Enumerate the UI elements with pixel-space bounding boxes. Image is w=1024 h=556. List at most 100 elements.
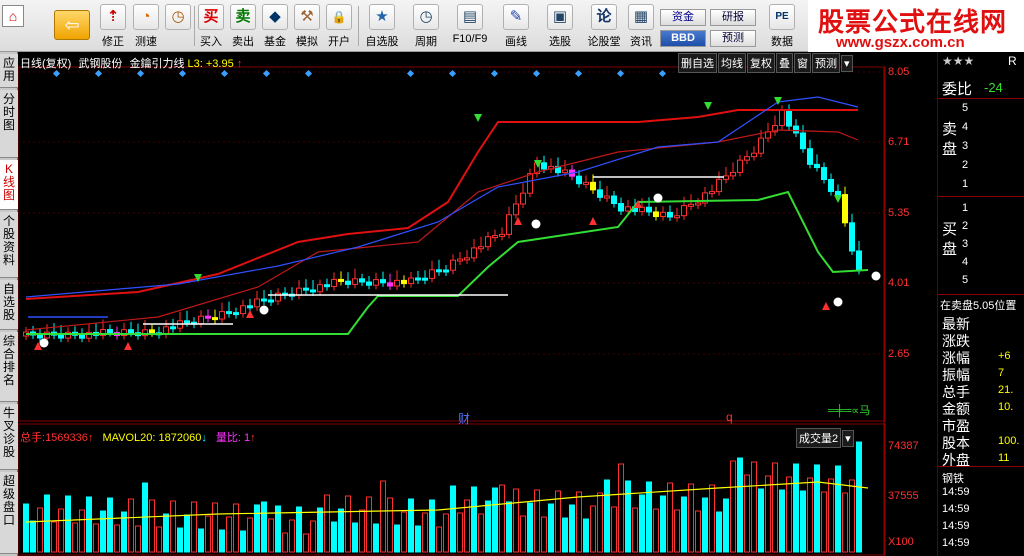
kline-chart[interactable]: 日线(复权) 武钢股份 金鑰引力线 L3: +3.95 ↑ 删自选 均线 复权叠窗预…	[18, 52, 886, 556]
tab-window[interactable]: 窗	[794, 53, 811, 73]
volume-bar	[814, 464, 820, 553]
tab-forecast[interactable]: 预测	[812, 53, 840, 73]
tab-profile[interactable]: 个股资料	[0, 212, 18, 278]
weibi-value: -24	[984, 80, 1003, 95]
sell-side-label: 卖盘	[942, 121, 958, 158]
finance-event-label[interactable]: 财	[458, 410, 470, 427]
volume-bar	[835, 465, 841, 553]
view-tabs: 应用分时图 K线图个股资料自选股综合排名牛叉诊股超级盘口	[0, 52, 18, 556]
signal-diamond	[616, 69, 625, 78]
tab-diagnosis[interactable]: 牛叉诊股	[0, 404, 18, 470]
draw-line-button[interactable]: ✎ 画线	[496, 4, 536, 50]
speedtest-button[interactable]: ◔ 测速	[130, 4, 162, 50]
open-account-label: 开户	[328, 36, 350, 48]
back-button[interactable]: ⇦	[54, 10, 90, 40]
volume-bar	[562, 517, 568, 553]
candle-body	[401, 279, 407, 285]
chevron-down-icon[interactable]: ▾	[842, 430, 854, 447]
speedtest-label: 测速	[135, 36, 157, 48]
volume-bar	[30, 520, 36, 553]
tab-ma[interactable]: 均线	[718, 53, 746, 73]
home-icon[interactable]: ⌂	[2, 5, 24, 27]
volume-bar	[219, 529, 225, 553]
candle-body	[597, 189, 603, 198]
volume-bar	[786, 476, 792, 553]
signal-diamond	[574, 69, 583, 78]
volume-bar	[492, 487, 498, 553]
sell-level-2: 2	[962, 159, 969, 171]
volume-bar	[380, 480, 386, 553]
simulate-button[interactable]: ⚒ 模拟	[292, 4, 322, 50]
candle-body	[541, 162, 547, 170]
volume-ratio-label: 量比:	[215, 432, 241, 444]
fix-button[interactable]: ⇡ 修正	[96, 4, 130, 50]
fund-button[interactable]: ◆ 基金	[260, 4, 290, 50]
candle-body	[387, 282, 393, 287]
stock-picker-button[interactable]: ▣ 选股	[540, 4, 580, 50]
forecast-button[interactable]: 预测	[710, 30, 756, 47]
industry-label[interactable]: 钢铁	[942, 470, 964, 486]
volume-bar	[604, 479, 610, 553]
candle-body	[450, 259, 456, 271]
volume-bar	[590, 505, 596, 553]
candle-body	[660, 211, 666, 218]
data-label: 数据	[771, 36, 793, 48]
tab-depth[interactable]: 超级盘口	[0, 472, 18, 554]
volume-axis-label: 74387	[888, 440, 919, 452]
tab-adjust[interactable]: 复权	[747, 53, 775, 73]
signal-circle	[871, 271, 881, 281]
tab-apps[interactable]: 应用	[0, 54, 18, 88]
volume-bar	[779, 489, 785, 553]
divider	[938, 196, 1024, 197]
bbd-button[interactable]: BBD	[660, 30, 706, 47]
quote-panel: ★★★ R 委比 -24 卖盘 5 4 3 2 1 买盘 1 2 3 4 5 在卖盘5.05位置…	[937, 52, 1024, 556]
volume-bar	[156, 526, 162, 553]
open-account-button[interactable]: 🔒 开户	[324, 4, 354, 50]
period-button[interactable]: ◷ 周期	[406, 4, 446, 50]
buy-icon: 买	[198, 4, 224, 30]
clock-button[interactable]: ◷	[162, 4, 194, 50]
candle-body	[576, 175, 582, 185]
f10-button[interactable]: ▤ F10/F9	[448, 4, 492, 50]
candle-body	[457, 258, 463, 262]
volume-tab-label[interactable]: 成交量2	[796, 428, 842, 448]
candle-body	[716, 178, 722, 193]
candle-body	[268, 299, 274, 303]
event-q-label[interactable]: q	[726, 410, 733, 424]
tab-overlay[interactable]: 叠	[776, 53, 793, 73]
volume-tab[interactable]: 成交量2 ▾	[796, 428, 855, 448]
forum-button[interactable]: 论 论股堂	[584, 4, 624, 50]
candle-body	[219, 311, 225, 320]
tab-remove-watchlist[interactable]: 删自选	[678, 53, 717, 73]
volume-bar	[709, 484, 715, 553]
watchlist-button[interactable]: ★ 自选股	[362, 4, 402, 50]
capital-button[interactable]: 资金	[660, 9, 706, 26]
tab-intraday[interactable]: 分时图	[0, 90, 18, 158]
news-button[interactable]: ▦ 资讯	[624, 4, 658, 50]
buy-button[interactable]: 买 买入	[196, 4, 226, 50]
chevron-down-icon[interactable]: ▾	[841, 55, 853, 72]
tab-ranking[interactable]: 综合排名	[0, 332, 18, 402]
tab-kline[interactable]: K线图	[0, 160, 18, 210]
simulate-label: 模拟	[296, 36, 318, 48]
signal-diamond	[136, 69, 145, 78]
tab-watchlist[interactable]: 自选股	[0, 280, 18, 330]
volume-bar	[513, 488, 519, 553]
candle-body	[226, 311, 232, 315]
signal-diamond	[304, 69, 313, 78]
volume-bar	[149, 499, 155, 553]
volume-bar	[429, 499, 435, 553]
divider	[938, 466, 1024, 467]
volume-bar	[240, 530, 246, 553]
volume-bar	[478, 513, 484, 553]
main-toolbar: ⌂ ⇦ ⇡ 修正 ◔ 测速 ◷ 买 买入 卖 卖出 ◆ 基金 ⚒ 模拟 🔒 开户…	[0, 0, 1024, 52]
sell-button[interactable]: 卖 卖出	[228, 4, 258, 50]
data-button[interactable]: PE 数据	[762, 4, 802, 50]
tick-time: 14:59	[942, 503, 970, 515]
volume-bar	[72, 522, 78, 553]
candle-body	[751, 152, 757, 158]
volume-bar	[800, 490, 806, 553]
research-button[interactable]: 研报	[710, 9, 756, 26]
volume-bar	[205, 515, 211, 553]
candle-body	[779, 109, 785, 127]
